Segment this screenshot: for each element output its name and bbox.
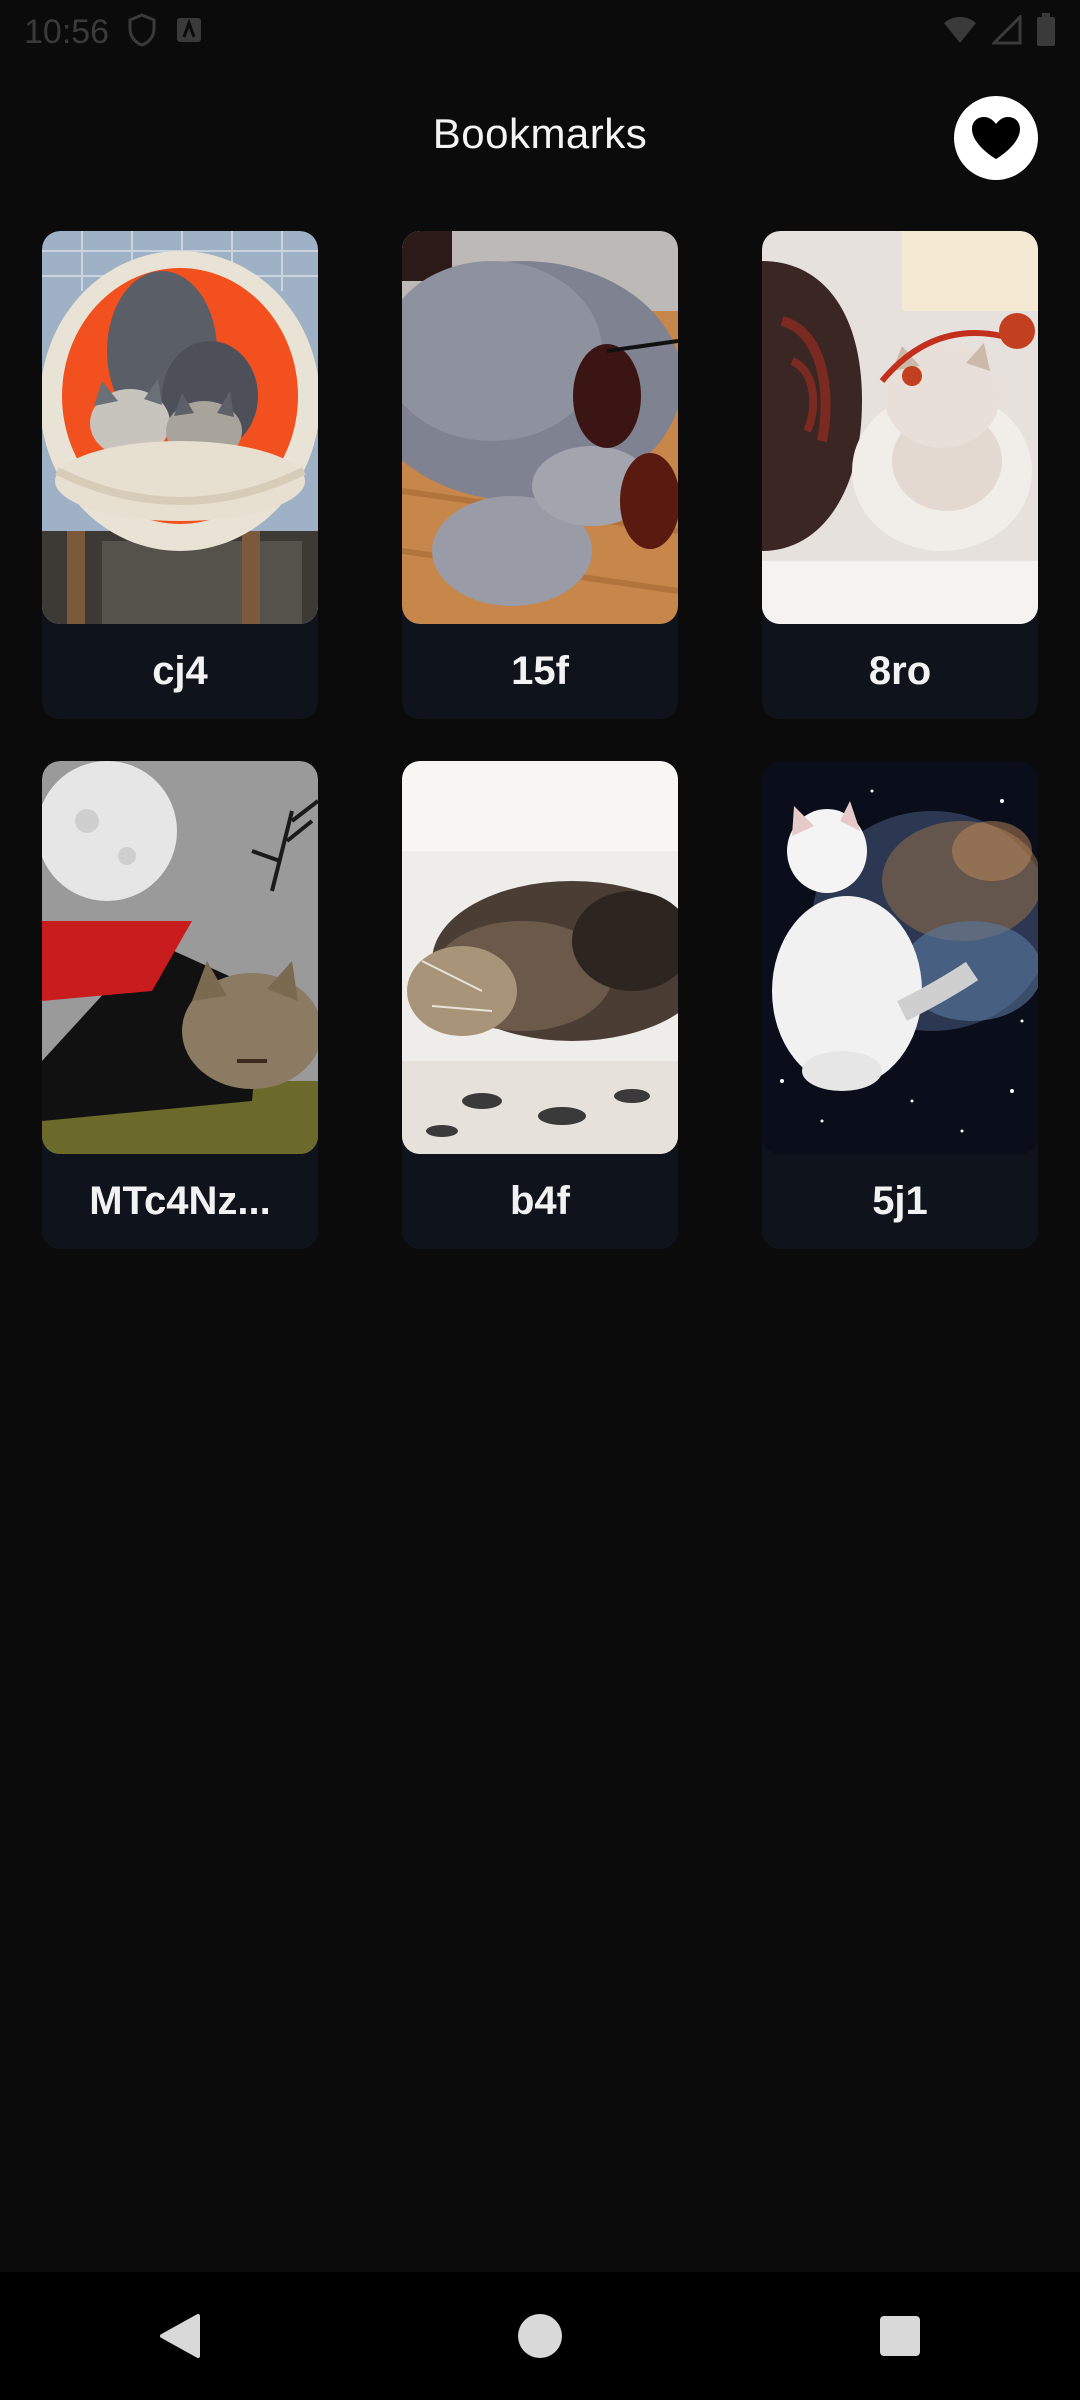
bookmarks-grid: cj4 15f 8ro MTc4Nz... b4f 5j1 [42, 231, 1038, 1249]
back-button[interactable] [130, 2286, 230, 2386]
header: Bookmarks [0, 88, 1080, 184]
battery-icon [1036, 12, 1056, 52]
signal-icon [990, 12, 1022, 50]
status-time: 10:56 [24, 12, 110, 51]
page-title: Bookmarks [432, 110, 648, 157]
bookmark-label: b4f [510, 1179, 570, 1223]
bookmark-label: MTc4Nz... [89, 1179, 271, 1223]
status-right [942, 12, 1056, 52]
bookmark-image [402, 761, 678, 1154]
bookmark-card[interactable]: b4f [402, 761, 678, 1249]
bookmark-image [42, 761, 318, 1154]
bookmark-image [762, 761, 1038, 1154]
favorites-button[interactable] [954, 96, 1038, 180]
home-icon [518, 2314, 562, 2358]
navigation-bar [0, 2272, 1080, 2400]
recents-button[interactable] [850, 2286, 950, 2386]
bookmark-label: cj4 [152, 649, 208, 693]
status-bar: 10:56 [0, 0, 1080, 64]
shield-icon [127, 12, 157, 52]
bookmark-label: 8ro [868, 649, 932, 693]
bookmark-card[interactable]: MTc4Nz... [42, 761, 318, 1249]
recents-icon [880, 2316, 920, 2356]
bookmark-card[interactable]: 15f [402, 231, 678, 719]
wifi-icon [942, 15, 978, 50]
bookmark-image [42, 231, 318, 624]
home-button[interactable] [490, 2286, 590, 2386]
bookmark-image [402, 231, 678, 624]
bookmark-card[interactable]: cj4 [42, 231, 318, 719]
bookmark-image [762, 231, 1038, 624]
notification-a-icon [175, 16, 203, 49]
bookmark-label: 15f [511, 649, 569, 693]
status-left: 10:56 [24, 13, 203, 52]
back-icon [160, 2314, 200, 2358]
bookmark-card[interactable]: 5j1 [762, 761, 1038, 1249]
bookmark-label: 5j1 [872, 1179, 928, 1223]
bookmark-card[interactable]: 8ro [762, 231, 1038, 719]
heart-icon [972, 117, 1020, 159]
